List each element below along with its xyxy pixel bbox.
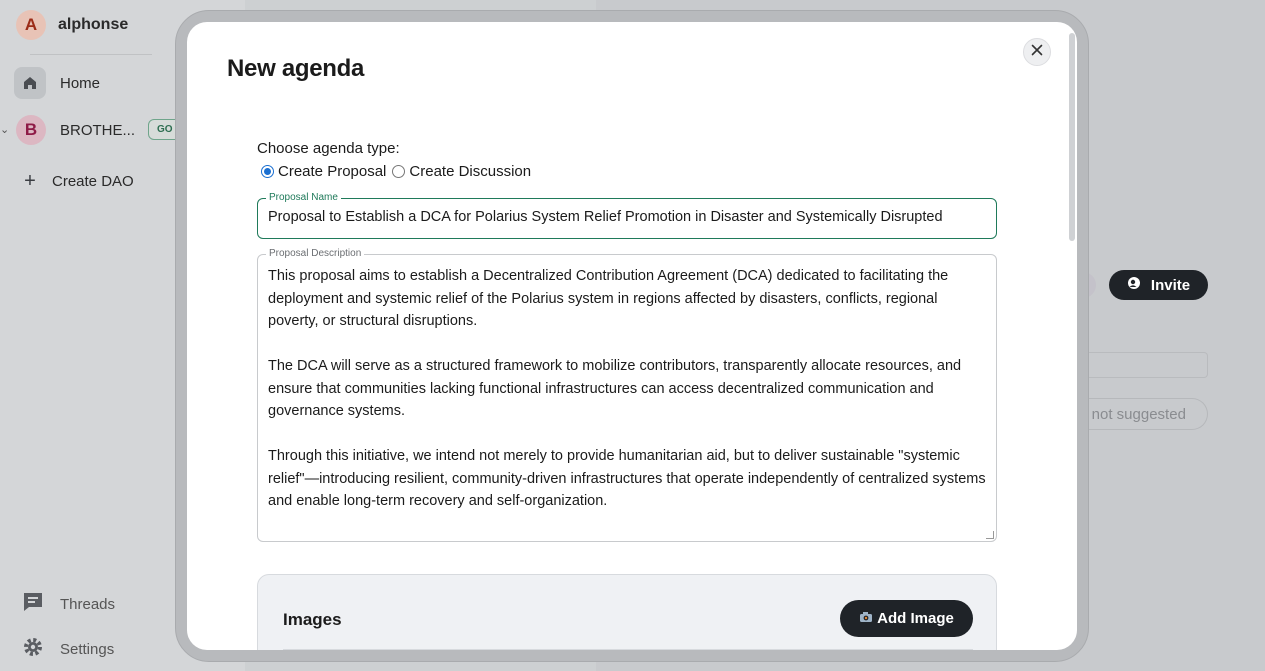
description-paragraph: The DCA will serve as a structured frame… — [268, 358, 962, 419]
camera-icon — [859, 610, 873, 627]
description-paragraph: Through this initiative, we intend not m… — [268, 448, 986, 509]
radio-create-discussion[interactable] — [392, 165, 406, 178]
background-input[interactable] — [1088, 352, 1208, 378]
dao-avatar: B — [16, 115, 46, 145]
invite-icon — [1127, 276, 1141, 294]
proposal-description-legend: Proposal Description — [266, 248, 365, 260]
sidebar-item-label: Threads — [60, 595, 116, 613]
sidebar-item-create-dao[interactable]: + Create DAO — [22, 170, 134, 193]
resize-handle[interactable] — [986, 531, 994, 539]
description-paragraph: This proposal aims to establish a Decent… — [268, 268, 949, 329]
user-avatar: A — [16, 10, 46, 40]
close-button[interactable] — [1023, 38, 1051, 66]
chat-icon — [22, 592, 44, 616]
proposal-name-input[interactable]: Proposal to Establish a DCA for Polarius… — [268, 209, 986, 225]
sidebar-item-label: Settings — [60, 640, 115, 658]
radio-label-discussion: Create Discussion — [409, 163, 532, 180]
agenda-type-label: Choose agenda type: — [257, 140, 400, 157]
radio-label-proposal: Create Proposal — [278, 163, 387, 180]
gear-icon — [22, 636, 44, 662]
sidebar-item-label: BROTHE... — [60, 121, 136, 139]
images-divider — [283, 649, 973, 650]
proposal-name-field[interactable]: Proposal Name Proposal to Establish a DC… — [257, 192, 997, 239]
user-profile[interactable]: A alphonse — [16, 10, 128, 40]
images-title: Images — [283, 610, 342, 629]
agenda-type-options: Create Proposal Create Discussion — [261, 163, 531, 180]
modal-title: New agenda — [227, 55, 365, 82]
chevron-down-icon[interactable]: ⌄ — [0, 123, 9, 136]
sidebar-item-dao[interactable]: B BROTHE... — [16, 115, 135, 145]
proposal-description-textarea[interactable]: This proposal aims to establish a Decent… — [268, 265, 988, 535]
radio-create-proposal[interactable] — [261, 165, 274, 178]
proposal-description-field[interactable]: Proposal Description This proposal aims … — [257, 248, 997, 542]
sidebar-item-label: Create DAO — [52, 173, 134, 190]
sidebar-divider — [30, 54, 152, 55]
plus-icon: + — [24, 170, 36, 192]
user-name: alphonse — [58, 16, 129, 33]
sidebar-item-settings[interactable]: Settings — [22, 636, 114, 662]
sidebar-item-threads[interactable]: Threads — [22, 592, 115, 616]
proposal-name-legend: Proposal Name — [266, 192, 341, 204]
sidebar-item-label: Home — [60, 74, 101, 92]
invite-button[interactable]: Invite — [1109, 270, 1208, 300]
new-agenda-modal: New agenda Choose agenda type: Create Pr… — [187, 22, 1077, 650]
images-section: Images Add Image — [257, 574, 997, 650]
home-icon — [14, 67, 46, 99]
close-icon — [1031, 43, 1043, 61]
add-image-button[interactable]: Add Image — [840, 600, 973, 637]
sidebar-item-home[interactable]: Home — [14, 67, 100, 99]
modal-scrollbar[interactable] — [1069, 33, 1075, 241]
